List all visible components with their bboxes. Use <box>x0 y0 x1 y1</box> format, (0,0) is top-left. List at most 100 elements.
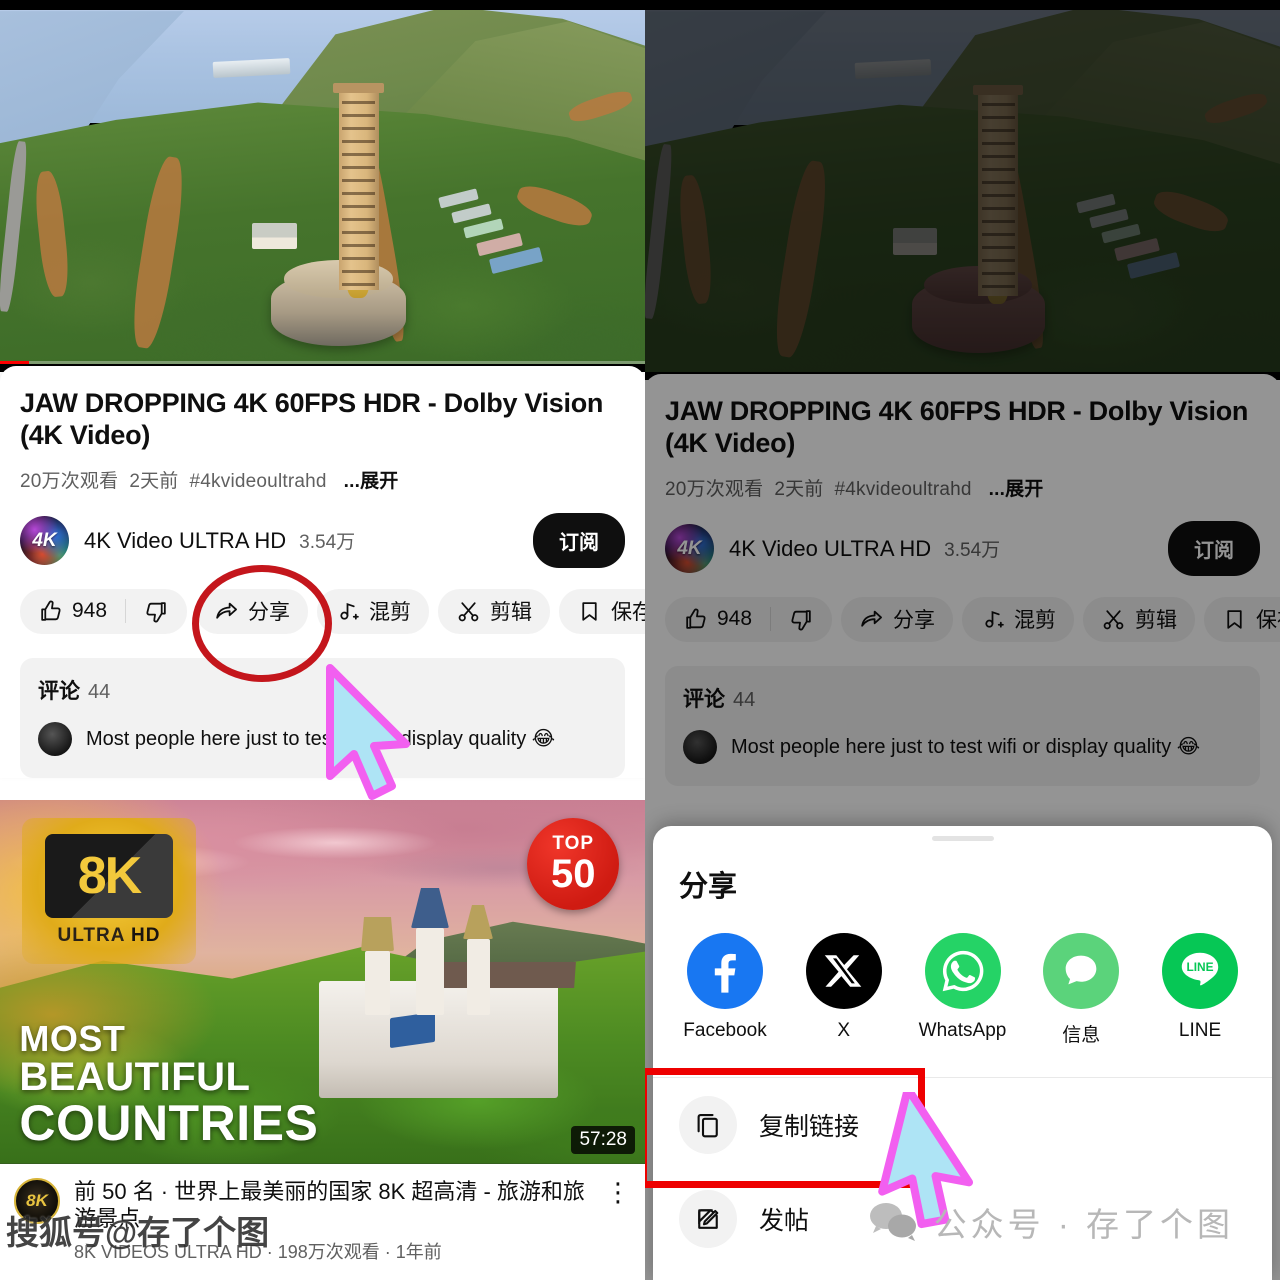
scissors-icon <box>1103 610 1124 630</box>
remix-button-label-dimmed: 混剪 <box>1014 609 1057 633</box>
share-target-messages[interactable]: 信息 <box>1033 933 1129 1047</box>
video-details: JAW DROPPING 4K 60FPS HDR - Dolby Vision… <box>0 366 645 778</box>
clip-button[interactable]: 剪辑 <box>438 588 551 634</box>
share-option-post[interactable]: 发帖 <box>653 1172 1272 1266</box>
share-target-line[interactable]: LINE LINE <box>1152 933 1248 1047</box>
castle-illustration <box>297 887 581 1099</box>
remix-icon <box>985 610 1004 628</box>
facebook-icon <box>687 933 763 1009</box>
view-count: 20万次观看 <box>20 470 119 492</box>
up-next-title[interactable]: 前 50 名 · 世界上最美丽的国家 8K 超高清 - 旅游和旅游景点 <box>74 1178 591 1233</box>
up-next-video-card[interactable]: 8K ULTRA HD TOP 50 MOST BEAUTIFUL COUNTR… <box>0 799 645 1275</box>
share-option-copy-link-label: 复制链接 <box>759 1113 860 1141</box>
expand-description-link-dimmed: ...展开 <box>988 478 1044 500</box>
share-sheet-title: 分享 <box>679 871 738 903</box>
video-frame-aerial-pagoda <box>0 0 645 372</box>
like-button[interactable]: 948 <box>20 589 125 634</box>
remix-button-label: 混剪 <box>369 601 412 625</box>
top-comment-text: Most people here just to test wifi or di… <box>86 728 556 751</box>
thumbnail-8k-badge: 8K ULTRA HD <box>21 817 197 964</box>
channel-row-dimmed: 4K 4K Video ULTRA HD 3.54万 订阅 <box>665 521 1260 577</box>
share-target-facebook[interactable]: Facebook <box>677 933 773 1047</box>
like-dislike-group-dimmed: 948 <box>665 596 833 642</box>
commenter-avatar <box>38 721 72 756</box>
top-comment-text-dimmed: Most people here just to test wifi or di… <box>731 736 1201 759</box>
thumbs-up-icon <box>41 600 61 621</box>
line-icon: LINE <box>1162 933 1238 1009</box>
video-meta[interactable]: 20万次观看 2天前 #4kvideoultrahd ...展开 <box>20 466 625 493</box>
channel-name-dimmed: 4K Video ULTRA HD <box>729 535 932 561</box>
share-target-whatsapp[interactable]: WhatsApp <box>915 933 1011 1047</box>
channel-row: 4K 4K Video ULTRA HD 3.54万 订阅 <box>20 513 625 569</box>
copy-icon <box>679 1096 737 1154</box>
comments-section[interactable]: 评论 44 Most people here just to test wifi … <box>20 657 625 778</box>
share-target-line-label: LINE <box>1178 1020 1222 1041</box>
remix-button[interactable]: 混剪 <box>317 588 430 634</box>
top-comment-row[interactable]: Most people here just to test wifi or di… <box>38 721 607 756</box>
thumbs-down-icon <box>791 610 811 631</box>
video-player[interactable] <box>0 0 645 372</box>
commenter-avatar-dimmed <box>683 729 717 764</box>
comments-header-dimmed: 评论 44 <box>683 683 1242 713</box>
share-button-dimmed: 分享 <box>841 596 954 642</box>
share-option-post-label: 发帖 <box>759 1207 810 1235</box>
thumbnail-headline-line3: COUNTRIES <box>19 1095 319 1152</box>
action-button-row: 948 分享 混剪 剪辑 保存 <box>20 588 645 634</box>
up-next-channel-avatar[interactable]: 8K <box>14 1177 60 1224</box>
bookmark-icon <box>1227 610 1242 629</box>
video-hashtag-dimmed: #4kvideoultrahd <box>834 478 972 500</box>
share-option-copy-link[interactable]: 复制链接 <box>653 1078 1272 1172</box>
whatsapp-icon <box>924 933 1001 1009</box>
video-duration-badge: 57:28 <box>571 1125 635 1154</box>
channel-subscriber-count: 3.54万 <box>299 532 356 554</box>
thumbnail-headline-line1: MOST <box>19 1017 126 1059</box>
thumbnail-headline: MOST BEAUTIFUL COUNTRIES <box>19 1017 319 1152</box>
clip-button-label-dimmed: 剪辑 <box>1135 609 1178 633</box>
thumbnail-headline-line2: BEAUTIFUL <box>19 1055 251 1100</box>
thumbs-down-icon <box>146 602 166 623</box>
channel-avatar[interactable]: 4K <box>20 516 69 566</box>
save-button[interactable]: 保存 <box>559 588 645 634</box>
share-target-x[interactable]: X <box>796 933 892 1047</box>
x-twitter-icon <box>805 933 882 1009</box>
like-count-dimmed: 948 <box>717 607 753 631</box>
more-vertical-icon[interactable]: ⋮ <box>605 1178 631 1205</box>
comments-count-dimmed: 44 <box>733 688 756 711</box>
comments-label-dimmed: 评论 <box>683 687 725 711</box>
thumbnail-8k-badge-main: 8K <box>44 833 174 919</box>
share-button[interactable]: 分享 <box>196 588 309 634</box>
channel-avatar-dimmed: 4K <box>665 524 714 574</box>
bookmark-icon <box>582 602 597 621</box>
dislike-button[interactable] <box>126 589 187 634</box>
edit-pencil-icon <box>679 1190 737 1248</box>
share-button-label-dimmed: 分享 <box>893 609 936 633</box>
view-count-dimmed: 20万次观看 <box>665 478 764 500</box>
share-target-whatsapp-label: WhatsApp <box>918 1020 1007 1041</box>
up-next-meta: 8K 前 50 名 · 世界上最美丽的国家 8K 超高清 - 旅游和旅游景点 8… <box>0 1164 645 1275</box>
video-title-dimmed: JAW DROPPING 4K 60FPS HDR - Dolby Vision… <box>665 396 1249 458</box>
channel-name[interactable]: 4K Video ULTRA HD <box>84 528 286 554</box>
top50-number: 50 <box>550 851 596 896</box>
share-app-row: Facebook X WhatsApp 信息 LINE LINE <box>653 905 1272 1047</box>
thumbs-up-icon <box>686 608 706 629</box>
up-next-subtitle: 8K VIDEOS ULTRA HD · 198万次观看 · 1年前 <box>74 1242 442 1263</box>
messages-icon <box>1043 933 1120 1009</box>
expand-description-link[interactable]: ...展开 <box>344 471 399 492</box>
subscribe-button[interactable]: 订阅 <box>533 513 625 569</box>
top50-label: TOP <box>552 832 595 854</box>
like-dislike-group: 948 <box>20 588 188 634</box>
screenshot-stage: JAW DROPPING 4K 60FPS HDR - Dolby Vision… <box>0 0 1280 1280</box>
dislike-button-dimmed <box>771 597 832 642</box>
video-meta-dimmed: 20万次观看 2天前 #4kvideoultrahd ...展开 <box>665 474 1260 501</box>
channel-subscriber-count-dimmed: 3.54万 <box>944 540 1001 562</box>
remix-icon <box>340 602 359 620</box>
thumbnail-top50-badge: TOP 50 <box>527 817 620 910</box>
share-arrow-icon <box>216 602 238 619</box>
up-next-thumbnail[interactable]: 8K ULTRA HD TOP 50 MOST BEAUTIFUL COUNTR… <box>0 799 645 1164</box>
publish-time-dimmed: 2天前 <box>774 478 824 500</box>
publish-time: 2天前 <box>129 470 179 492</box>
video-player-dimmed[interactable] <box>645 0 1280 380</box>
comments-header: 评论 44 <box>38 675 607 705</box>
video-hashtag[interactable]: #4kvideoultrahd <box>190 471 327 492</box>
comments-section-dimmed: 评论 44 Most people here just to test wifi … <box>665 665 1260 786</box>
